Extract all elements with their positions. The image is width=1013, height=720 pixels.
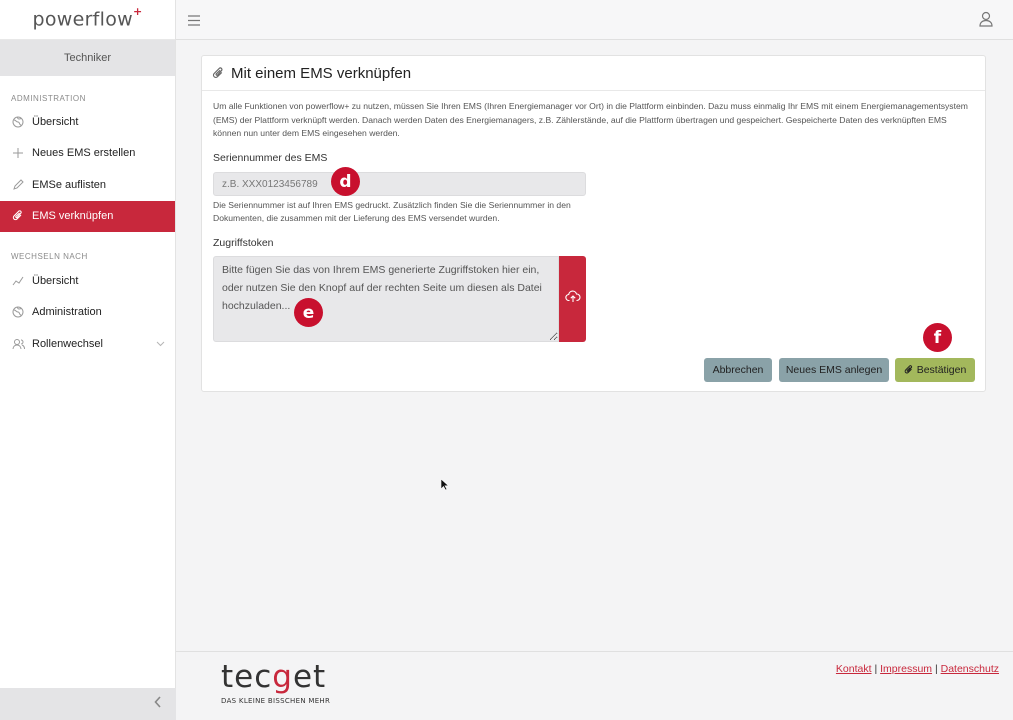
datenschutz-link[interactable]: Datenschutz bbox=[941, 663, 999, 675]
sidebar-item-label: EMSe auflisten bbox=[32, 178, 106, 191]
users-icon bbox=[11, 337, 25, 351]
tecget-logo[interactable]: tecget DAS KLEINE BISSCHEN MEHR bbox=[221, 660, 330, 705]
section-heading-administration: ADMINISTRATION bbox=[11, 94, 86, 103]
cloud-upload-icon bbox=[564, 290, 581, 308]
confirm-label: Bestätigen bbox=[916, 364, 967, 376]
card-header: Mit einem EMS verknüpfen bbox=[202, 56, 985, 91]
sidebar-item-label: EMS verknüpfen bbox=[32, 210, 114, 223]
serial-label: Seriennummer des EMS bbox=[213, 152, 328, 164]
sidebar-item-uebersicht-switch[interactable]: Übersicht bbox=[0, 265, 175, 297]
sidebar: powerflow+ Techniker ADMINISTRATION Über… bbox=[0, 0, 176, 720]
serial-number-input[interactable] bbox=[213, 172, 586, 196]
sidebar-item-emse-auflisten[interactable]: EMSe auflisten bbox=[0, 169, 175, 201]
plus-icon bbox=[11, 146, 25, 160]
confirm-button[interactable]: Bestätigen bbox=[895, 358, 975, 382]
annotation-marker-e: e bbox=[294, 298, 323, 327]
top-bar bbox=[176, 0, 1013, 40]
sidebar-item-label: Neues EMS erstellen bbox=[32, 147, 136, 160]
chevron-left-icon bbox=[154, 695, 162, 713]
logo[interactable]: powerflow+ bbox=[0, 0, 175, 40]
cancel-button[interactable]: Abbrechen bbox=[704, 358, 772, 382]
paperclip-icon bbox=[212, 66, 225, 80]
hamburger-menu-icon[interactable] bbox=[188, 13, 200, 31]
brand-tagline: DAS KLEINE BISSCHEN MEHR bbox=[221, 697, 331, 705]
paperclip-icon bbox=[904, 365, 914, 375]
impressum-link[interactable]: Impressum bbox=[880, 663, 932, 675]
footer-links: Kontakt | Impressum | Datenschutz bbox=[836, 663, 999, 675]
token-label: Zugriffstoken bbox=[213, 237, 274, 249]
upload-token-button[interactable] bbox=[559, 256, 586, 342]
globe-icon bbox=[11, 115, 25, 129]
chevron-down-icon bbox=[156, 338, 165, 350]
kontakt-link[interactable]: Kontakt bbox=[836, 663, 872, 675]
logo-text: powerflow+ bbox=[32, 5, 143, 31]
role-label: Techniker bbox=[0, 40, 175, 76]
sidebar-collapse-button[interactable] bbox=[0, 688, 176, 720]
intro-text: Um alle Funktionen von powerflow+ zu nut… bbox=[213, 101, 968, 138]
sidebar-item-neues-ems[interactable]: Neues EMS erstellen bbox=[0, 138, 175, 170]
sidebar-item-administration[interactable]: Administration bbox=[0, 297, 175, 329]
access-token-textarea[interactable] bbox=[213, 256, 559, 342]
globe-icon bbox=[11, 305, 25, 319]
annotation-marker-d: d bbox=[331, 167, 360, 196]
serial-helper-text: Die Seriennummer ist auf Ihren EMS gedru… bbox=[213, 200, 571, 223]
link-separator: | bbox=[874, 663, 878, 675]
link-separator: | bbox=[934, 663, 938, 675]
paperclip-icon bbox=[11, 209, 25, 223]
sidebar-item-rollenwechsel[interactable]: Rollenwechsel bbox=[0, 328, 175, 360]
sidebar-item-label: Rollenwechsel bbox=[32, 337, 103, 350]
mouse-cursor-icon bbox=[440, 478, 450, 496]
page-title: Mit einem EMS verknüpfen bbox=[231, 64, 412, 82]
sidebar-item-uebersicht[interactable]: Übersicht bbox=[0, 106, 175, 138]
annotation-marker-f: f bbox=[923, 323, 952, 352]
footer: tecget DAS KLEINE BISSCHEN MEHR Kontakt … bbox=[176, 651, 1013, 720]
sidebar-item-label: Administration bbox=[32, 306, 102, 319]
sidebar-item-label: Übersicht bbox=[32, 274, 79, 287]
chart-line-icon bbox=[11, 274, 25, 288]
user-icon[interactable] bbox=[979, 11, 993, 32]
link-ems-card: Mit einem EMS verknüpfen Um alle Funktio… bbox=[201, 55, 986, 392]
section-heading-wechseln: WECHSELN NACH bbox=[11, 252, 88, 261]
brand-wordmark: tecget bbox=[221, 659, 327, 695]
sidebar-item-ems-verknuepfen[interactable]: EMS verknüpfen bbox=[0, 200, 175, 232]
new-ems-button[interactable]: Neues EMS anlegen bbox=[779, 358, 889, 382]
sidebar-item-label: Übersicht bbox=[32, 115, 79, 128]
pencil-icon bbox=[11, 178, 25, 192]
